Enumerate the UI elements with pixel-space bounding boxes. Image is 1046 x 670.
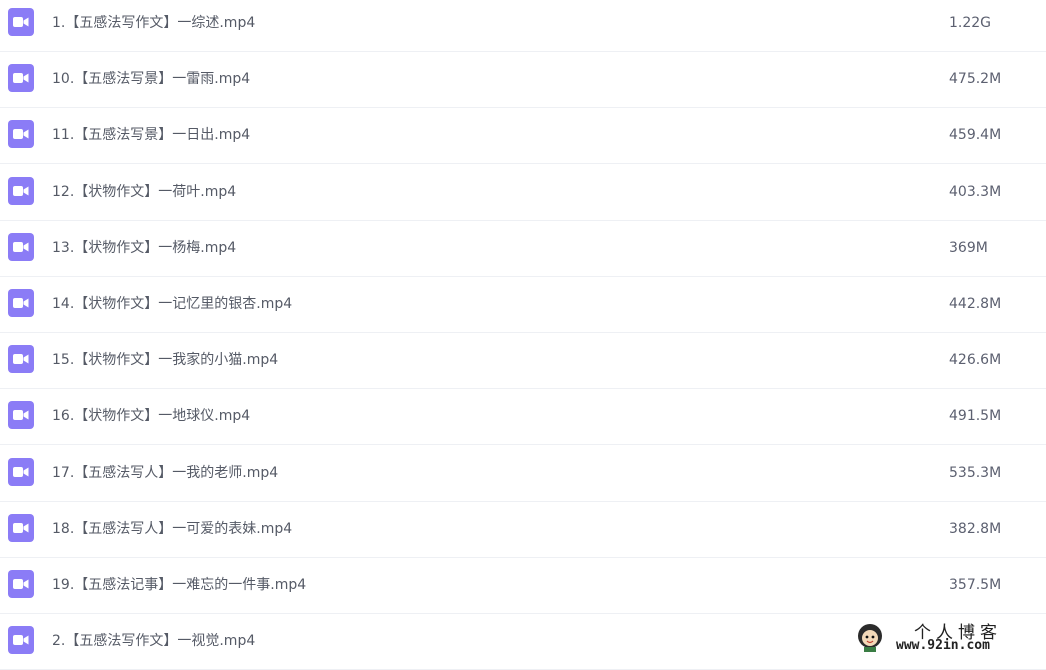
file-name[interactable]: 11.【五感法写景】一日出.mp4: [52, 108, 250, 162]
file-row[interactable]: 12.【状物作文】一荷叶.mp4 403.3M: [0, 165, 1046, 221]
file-name[interactable]: 16.【状物作文】一地球仪.mp4: [52, 389, 250, 443]
file-size: 369M: [949, 239, 988, 256]
file-name[interactable]: 12.【状物作文】一荷叶.mp4: [52, 165, 236, 219]
video-file-icon: [8, 64, 34, 93]
watermark: 个人博客 www.92in.com: [852, 618, 1042, 658]
file-size: 442.8M: [949, 296, 1002, 312]
file-size: 382.8M: [949, 520, 1002, 537]
file-list: 1.【五感法写作文】一综述.mp4 1.22G 10.【五感法写景】一雷雨.mp4 4…: [0, 0, 1046, 670]
video-file-icon: [8, 570, 34, 598]
file-row[interactable]: 14.【状物作文】一记忆里的银杏.mp4 442.8M: [0, 277, 1046, 333]
file-row[interactable]: 19.【五感法记事】一难忘的一件事.mp4 357.5M: [0, 558, 1046, 614]
video-file-icon: [8, 232, 34, 261]
video-file-icon: [8, 176, 34, 205]
file-name[interactable]: 15.【状物作文】一我家的小猫.mp4: [52, 333, 278, 387]
video-file-icon: [8, 401, 34, 430]
file-size: 1.22G: [949, 15, 992, 31]
file-size: 535.3M: [949, 464, 1002, 481]
file-size: 426.6M: [949, 352, 1002, 369]
file-size: 459.4M: [949, 127, 1002, 144]
file-row[interactable]: 17.【五感法写人】一我的老师.mp4 535.3M: [0, 446, 1046, 502]
watermark-url: www.92in.com: [896, 638, 990, 653]
file-row[interactable]: 10.【五感法写景】一雷雨.mp4 475.2M: [0, 52, 1046, 109]
file-row[interactable]: 1.【五感法写作文】一综述.mp4 1.22G: [0, 0, 1046, 52]
cartoon-avatar-icon: [858, 624, 882, 652]
file-name[interactable]: 14.【状物作文】一记忆里的银杏.mp4: [52, 277, 292, 331]
file-row[interactable]: 18.【五感法写人】一可爱的表妹.mp4 382.8M: [0, 502, 1046, 558]
video-file-icon: [8, 345, 34, 374]
file-name[interactable]: 13.【状物作文】一杨梅.mp4: [52, 221, 236, 275]
file-row[interactable]: 13.【状物作文】一杨梅.mp4 369M: [0, 221, 1046, 277]
video-file-icon: [8, 120, 34, 149]
file-name[interactable]: 17.【五感法写人】一我的老师.mp4: [52, 446, 278, 500]
file-size: 357.5M: [949, 577, 1002, 593]
file-name[interactable]: 19.【五感法记事】一难忘的一件事.mp4: [52, 558, 306, 612]
file-row[interactable]: 16.【状物作文】一地球仪.mp4 491.5M: [0, 389, 1046, 446]
video-file-icon: [8, 513, 34, 542]
video-file-icon: [8, 626, 34, 655]
file-row[interactable]: 11.【五感法写景】一日出.mp4 459.4M: [0, 108, 1046, 165]
video-file-icon: [8, 8, 34, 36]
file-size: 403.3M: [949, 183, 1002, 200]
file-size: 491.5M: [949, 408, 1002, 425]
file-name[interactable]: 2.【五感法写作文】一视觉.mp4: [52, 614, 255, 668]
file-name[interactable]: 18.【五感法写人】一可爱的表妹.mp4: [52, 502, 292, 556]
file-name[interactable]: 1.【五感法写作文】一综述.mp4: [52, 0, 255, 50]
video-file-icon: [8, 457, 34, 486]
file-name[interactable]: 10.【五感法写景】一雷雨.mp4: [52, 52, 250, 106]
file-size: 475.2M: [949, 71, 1002, 88]
file-row[interactable]: 15.【状物作文】一我家的小猫.mp4 426.6M: [0, 333, 1046, 390]
video-file-icon: [8, 289, 34, 317]
